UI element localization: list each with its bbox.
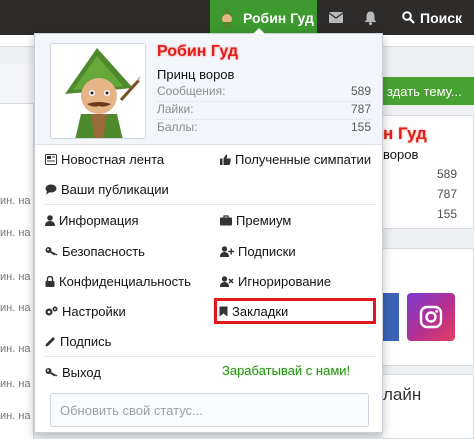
instagram-link[interactable] xyxy=(407,293,455,341)
robin-hood-avatar xyxy=(51,44,145,138)
menu-item-label: Полученные симпатии xyxy=(235,151,372,167)
thumbs-up-icon xyxy=(220,154,231,165)
menu-item-label: Подписки xyxy=(238,243,296,259)
topbar-username: Робин Гуд xyxy=(243,9,314,26)
menu-item-label: Новостная лента xyxy=(61,151,165,167)
popup-caret xyxy=(253,28,265,34)
search-icon xyxy=(402,11,415,24)
sidebar-user-name: н Гуд xyxy=(383,124,427,143)
sidebar-user-card: н Гуд воров 589 787 155 xyxy=(383,115,474,229)
bookmark-icon xyxy=(219,306,228,316)
stat-points: Баллы: 155 xyxy=(157,120,371,138)
sidebar-stat-value: 787 xyxy=(436,187,457,201)
search-label: Поиск xyxy=(420,9,463,26)
thread-row-text: ин. на xyxy=(0,271,31,283)
thread-row-text: ин. на xyxy=(0,378,31,390)
user-plus-icon xyxy=(220,245,234,257)
stat-label: Баллы: xyxy=(157,120,198,134)
menu-item-label: Безопасность xyxy=(62,243,145,259)
alerts-button[interactable] xyxy=(353,0,387,35)
menu-item-following[interactable]: Подписки xyxy=(220,241,296,261)
key-icon xyxy=(45,247,58,256)
thread-row-text: ин. на xyxy=(0,410,31,422)
pencil-icon xyxy=(45,336,55,346)
thread-row-text: ин. на xyxy=(0,302,31,314)
profile-name[interactable]: Робин Гуд xyxy=(157,43,238,61)
top-navigation-bar: Робин Гуд Поиск xyxy=(0,0,474,35)
menu-item-label: Ваши публикации xyxy=(61,181,169,197)
user-times-icon xyxy=(220,275,234,287)
thread-list-header xyxy=(0,64,34,104)
menu-item-security[interactable]: Безопасность xyxy=(45,241,145,261)
instagram-icon xyxy=(419,305,443,329)
lock-icon xyxy=(45,275,55,287)
key-icon xyxy=(45,368,58,377)
briefcase-icon xyxy=(220,214,232,225)
thread-row-text: ин. на xyxy=(0,343,31,355)
social-links-card xyxy=(383,248,474,366)
menu-item-information[interactable]: Информация xyxy=(45,210,139,230)
menu-item-signature[interactable]: Подпись xyxy=(45,331,111,351)
menu-item-label: Выход xyxy=(62,364,101,380)
envelope-icon xyxy=(329,12,343,23)
status-update-input[interactable] xyxy=(50,393,369,427)
menu-item-label: Конфиденциальность xyxy=(59,273,191,289)
messages-button[interactable] xyxy=(319,0,353,35)
menu-item-premium[interactable]: Премиум xyxy=(220,210,291,230)
menu-item-settings[interactable]: Настройки xyxy=(45,301,126,321)
stat-value: 155 xyxy=(350,120,371,134)
comment-icon xyxy=(45,184,57,194)
newspaper-icon xyxy=(45,153,57,165)
menu-item-your-posts[interactable]: Ваши публикации xyxy=(45,179,169,199)
stat-messages: Сообщения: 589 xyxy=(157,84,371,102)
stat-value: 589 xyxy=(350,84,371,98)
menu-item-label: Игнорирование xyxy=(238,273,332,289)
sidebar-stat-value: 589 xyxy=(436,167,457,181)
avatar[interactable] xyxy=(50,43,146,139)
menu-item-label: Настройки xyxy=(62,303,126,319)
menu-item-ignoring[interactable]: Игнорирование xyxy=(220,271,331,291)
vk-link[interactable] xyxy=(383,293,399,341)
stat-label: Сообщения: xyxy=(157,84,226,98)
search-button[interactable]: Поиск xyxy=(392,0,474,35)
online-users-title: лайн xyxy=(383,385,422,404)
account-popup: Робин Гуд Принц воров Сообщения: 589 Лай… xyxy=(34,33,383,433)
gears-icon xyxy=(45,306,58,315)
sidebar-stat-value: 155 xyxy=(436,207,457,221)
bell-icon xyxy=(364,11,376,25)
stat-label: Лайки: xyxy=(157,102,194,116)
earn-with-us-link[interactable]: Зарабатывай с нами! xyxy=(222,363,350,378)
thread-row-text: ин. на xyxy=(0,195,31,207)
menu-item-label: Подпись xyxy=(60,333,112,349)
menu-item-logout[interactable]: Выход xyxy=(45,362,101,382)
sidebar-user-title: воров xyxy=(383,147,419,162)
create-thread-button[interactable]: здать тему... xyxy=(383,77,474,105)
menu-divider xyxy=(43,204,376,205)
stat-value: 787 xyxy=(350,102,371,116)
popup-header: Робин Гуд Принц воров Сообщения: 589 Лай… xyxy=(35,34,382,145)
avatar xyxy=(220,7,234,28)
menu-item-privacy[interactable]: Конфиденциальность xyxy=(45,271,191,291)
menu-divider xyxy=(43,356,376,357)
menu-item-label: Премиум xyxy=(236,212,292,228)
stat-likes: Лайки: 787 xyxy=(157,102,371,120)
menu-item-received-likes[interactable]: Полученные симпатии xyxy=(220,149,371,169)
profile-title: Принц воров xyxy=(157,67,235,82)
menu-item-label: Закладки xyxy=(232,303,289,319)
user-icon xyxy=(45,214,55,226)
menu-item-bookmarks[interactable]: Закладки xyxy=(214,298,376,324)
thread-row-text: ин. на xyxy=(0,227,31,239)
menu-item-label: Информация xyxy=(59,212,139,228)
menu-item-news-feed[interactable]: Новостная лента xyxy=(45,149,164,169)
online-users-card: лайн xyxy=(383,374,474,439)
